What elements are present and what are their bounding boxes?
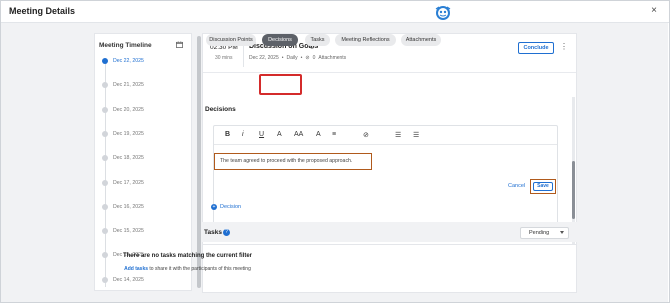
timeline-date-item[interactable]: Dec 16, 2025 — [101, 202, 189, 212]
bold-button[interactable]: B — [225, 131, 230, 138]
no-tasks-message: There are no tasks matching the current … — [122, 253, 253, 259]
font-style-dropdown[interactable]: A — [316, 131, 321, 138]
timeline-date-item[interactable]: Dec 19, 2025 — [101, 129, 189, 139]
editor-toolbar: B i U A AA A ≡ ⊘ ☰ ☰ — [214, 126, 557, 145]
dot-separator: • — [300, 55, 303, 61]
timeline-dot — [102, 82, 108, 89]
tab-discussion-points[interactable]: Discussion Points — [206, 34, 256, 46]
timeline-dot — [102, 58, 108, 64]
align-dropdown[interactable]: ≡ — [332, 131, 336, 138]
meeting-duration: 30 mins — [215, 55, 233, 61]
timeline-dot — [102, 276, 108, 283]
timeline-date-label: Dec 18, 2025 — [113, 155, 144, 162]
timeline-date-label: Dec 14, 2025 — [113, 276, 144, 283]
timeline-date-label: Dec 22, 2025 — [113, 58, 144, 64]
tasks-heading: Tasks — [204, 229, 222, 236]
font-color-button[interactable]: A — [277, 131, 282, 138]
timeline-date-label: Dec 21, 2025 — [113, 82, 144, 89]
timeline-date-item[interactable]: Dec 21, 2025 — [101, 80, 189, 90]
divider — [203, 72, 576, 73]
font-size-dropdown[interactable]: AA — [294, 131, 303, 138]
tab-tasks[interactable]: Tasks — [305, 34, 330, 46]
timeline-date-label: Dec 15, 2025 — [113, 228, 144, 235]
add-tasks-hint: Add tasks to share it with the participa… — [0, 266, 375, 272]
bot-logo-icon — [435, 6, 451, 20]
dot-separator: • — [281, 55, 284, 61]
add-tasks-link[interactable]: Add tasks — [124, 266, 148, 272]
calendar-icon[interactable] — [176, 41, 183, 48]
decision-text[interactable]: The team agreed to proceed with the prop… — [220, 158, 352, 164]
timeline-dot — [102, 203, 108, 210]
numbered-list-icon[interactable]: ☰ — [413, 131, 419, 139]
timeline-dot — [102, 130, 108, 137]
more-options-icon[interactable]: ⋮ — [560, 42, 568, 51]
paperclip-icon: ⊘ — [305, 55, 310, 61]
timeline-date-label: Dec 20, 2025 — [113, 106, 144, 113]
timeline-dot — [102, 106, 108, 113]
titlebar: Meeting Details × — [1, 1, 669, 23]
attachments-count: 0 — [312, 55, 316, 61]
chevron-down-icon — [560, 231, 564, 234]
tab-meeting-reflections[interactable]: Meeting Reflections — [335, 34, 396, 46]
timeline-title: Meeting Timeline — [99, 42, 152, 49]
timeline-date-item[interactable]: Dec 17, 2025 — [101, 178, 189, 188]
timeline-dot — [102, 228, 108, 235]
timeline-date-item[interactable]: Dec 15, 2025 — [101, 226, 189, 236]
timeline-dot — [102, 179, 108, 186]
timeline-date-item[interactable]: Dec 22, 2025 — [101, 56, 189, 66]
timeline-date-label: Dec 16, 2025 — [113, 203, 144, 210]
italic-button[interactable]: i — [242, 131, 244, 138]
decisions-heading: Decisions — [205, 106, 236, 113]
tab-decisions[interactable]: Decisions — [262, 34, 298, 46]
share-text: to share it with the participants of thi… — [148, 266, 251, 272]
timeline-date-label: Dec 19, 2025 — [113, 130, 144, 137]
meeting-frequency: Daily — [286, 55, 298, 61]
timeline-date-label: Dec 17, 2025 — [113, 179, 144, 186]
tab-attachments[interactable]: Attachments — [401, 34, 441, 46]
meeting-meta: Dec 22, 2025 • Daily • ⊘ 0 Attachments — [249, 55, 346, 61]
help-icon[interactable]: ? — [223, 229, 230, 236]
bulleted-list-icon[interactable]: ☰ — [395, 131, 401, 139]
attachments-label: Attachments — [318, 55, 347, 61]
timeline-dot — [102, 155, 108, 162]
sidebar-scrollbar[interactable] — [197, 36, 201, 288]
timeline-date-item[interactable]: Dec 20, 2025 — [101, 105, 189, 115]
add-decision-label: Decision — [220, 204, 242, 210]
add-decision-button[interactable]: + Decision — [211, 204, 241, 210]
close-icon[interactable]: × — [651, 5, 657, 16]
meeting-date: Dec 22, 2025 — [249, 55, 279, 61]
timeline-date-item[interactable]: Dec 18, 2025 — [101, 153, 189, 163]
window-title: Meeting Details — [9, 6, 76, 16]
decision-editor[interactable]: B i U A AA A ≡ ⊘ ☰ ☰ — [213, 125, 558, 232]
save-button[interactable]: Save — [533, 182, 553, 191]
cancel-button[interactable]: Cancel — [508, 183, 525, 189]
underline-button[interactable]: U — [259, 131, 264, 138]
decisions-tab-highlight — [259, 74, 302, 95]
timeline-date-item[interactable]: Dec 14, 2025 — [101, 275, 189, 285]
plus-icon: + — [211, 204, 217, 210]
conclude-button[interactable]: Conclude — [518, 42, 554, 54]
main-scrollbar-thumb[interactable] — [572, 161, 575, 219]
link-icon[interactable]: ⊘ — [363, 131, 369, 139]
